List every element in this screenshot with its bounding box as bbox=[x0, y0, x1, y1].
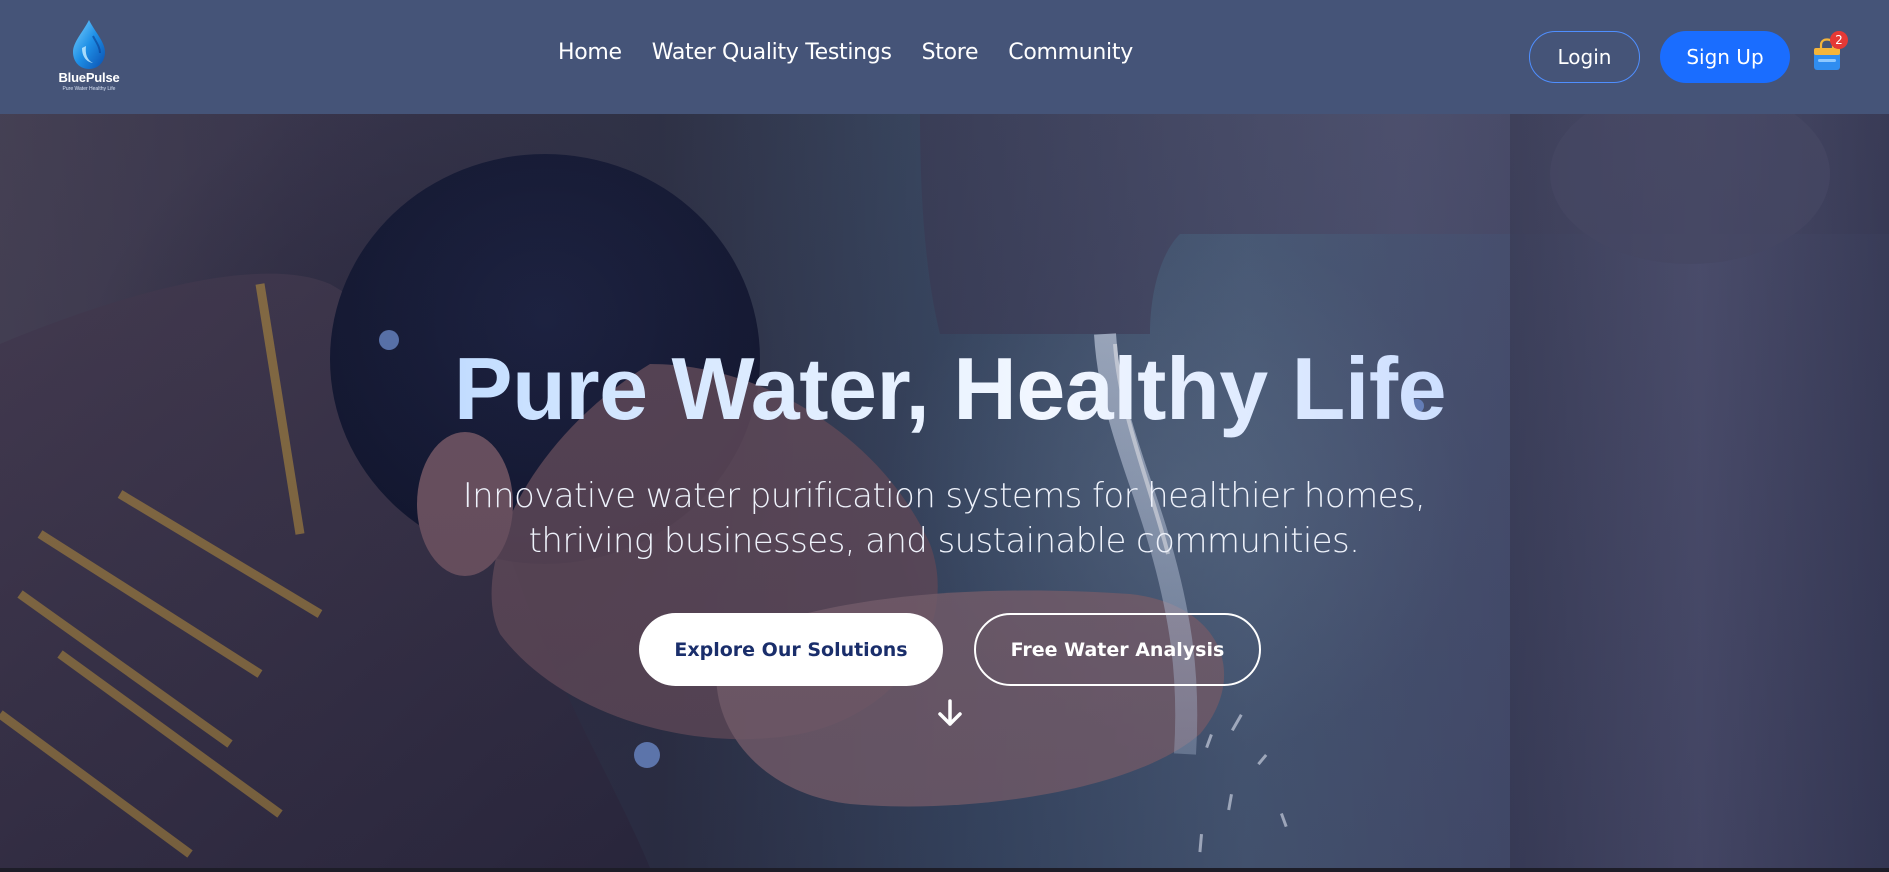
free-water-analysis-button[interactable]: Free Water Analysis bbox=[974, 613, 1261, 686]
water-drop-logo-icon bbox=[73, 20, 105, 69]
cart-button[interactable]: 2 bbox=[1812, 31, 1848, 74]
arrow-down-icon[interactable] bbox=[936, 698, 964, 728]
hero-subtitle-line-2: thriving businesses, and sustainable com… bbox=[528, 521, 1360, 561]
main-nav: Home Water Quality Testings Store Commun… bbox=[558, 40, 1163, 65]
nav-link-store[interactable]: Store bbox=[922, 40, 979, 65]
signup-button[interactable]: Sign Up bbox=[1660, 31, 1790, 83]
brand-logo[interactable]: BluePulse Pure Water Healthy Life bbox=[54, 18, 124, 96]
page-bottom-edge bbox=[0, 868, 1889, 872]
nav-link-water-quality-testings[interactable]: Water Quality Testings bbox=[652, 40, 892, 65]
nav-link-community[interactable]: Community bbox=[1008, 40, 1133, 65]
brand-name: BluePulse bbox=[58, 70, 120, 85]
hero-section: Pure Water, Healthy Life Innovative wate… bbox=[0, 114, 1889, 868]
brand-tagline: Pure Water Healthy Life bbox=[62, 86, 116, 92]
top-navbar: BluePulse Pure Water Healthy Life Home W… bbox=[0, 0, 1889, 114]
cart-count-badge: 2 bbox=[1830, 31, 1848, 49]
nav-link-home[interactable]: Home bbox=[558, 40, 622, 65]
hero-subtitle-line-1: Innovative water purification systems fo… bbox=[462, 476, 1426, 516]
decorative-dot bbox=[634, 742, 660, 768]
explore-solutions-button[interactable]: Explore Our Solutions bbox=[639, 613, 943, 686]
login-button[interactable]: Login bbox=[1529, 31, 1640, 83]
hero-subtitle: Innovative water purification systems fo… bbox=[444, 474, 1444, 564]
hero-title: Pure Water, Healthy Life bbox=[0, 338, 1889, 440]
